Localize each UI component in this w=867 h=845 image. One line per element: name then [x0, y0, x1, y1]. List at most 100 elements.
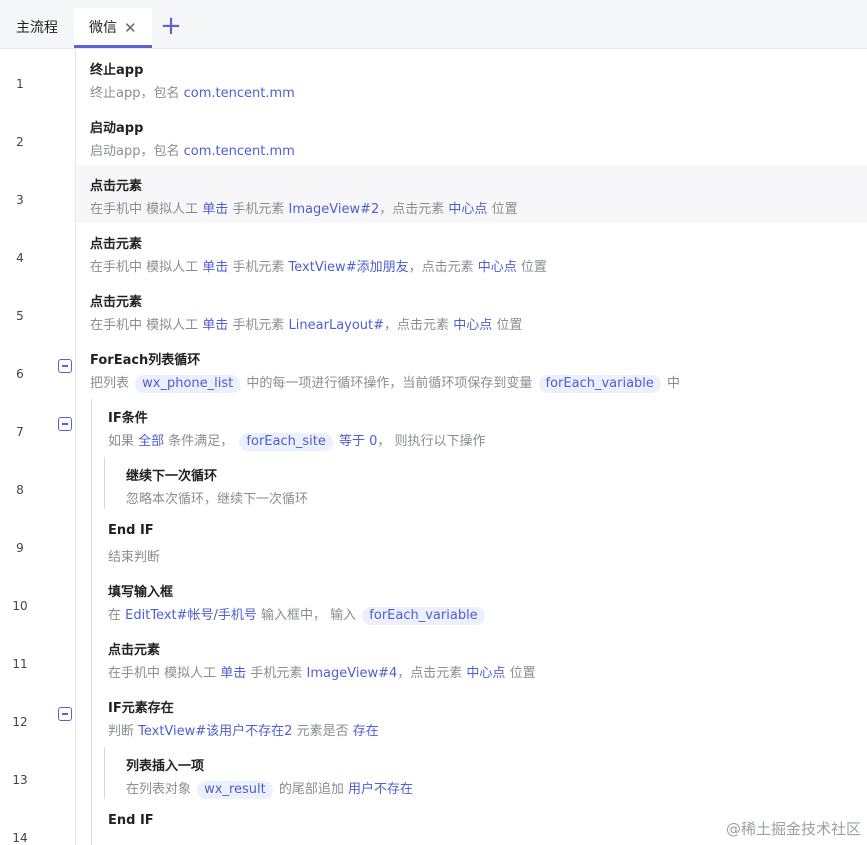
param-value[interactable]: 全部	[138, 434, 164, 449]
flow-step-row[interactable]: 10 填写输入框在 EditText#帐号/手机号 输入框中， 输入 forEac…	[0, 571, 867, 629]
param-value[interactable]: EditText#帐号/手机号	[125, 608, 257, 623]
flow-step-row[interactable]: 11 点击元素在手机中 模拟人工 单击 手机元素 ImageView#4，点击元素…	[0, 629, 867, 687]
param-value[interactable]: com.tencent.mm	[184, 86, 295, 101]
desc-text: ，点击元素	[397, 666, 467, 681]
desc-text: 终止app，包名	[90, 86, 184, 101]
step-description: 在手机中 模拟人工 单击 手机元素 LinearLayout#，点击元素 中心点…	[90, 314, 522, 333]
line-number: 13	[12, 773, 28, 787]
desc-text: 手机元素	[246, 666, 307, 681]
desc-text: 忽略本次循环，继续下一次循环	[126, 492, 309, 507]
step-description: 在手机中 模拟人工 单击 手机元素 ImageView#2，点击元素 中心点 位…	[90, 198, 518, 217]
desc-text: 把列表	[90, 376, 134, 391]
param-value[interactable]: TextView#添加朋友	[289, 260, 409, 275]
line-number: 5	[16, 309, 24, 323]
desc-text: 启动app，包名	[90, 144, 184, 159]
tab-wechat[interactable]: 微信 ✕	[74, 8, 152, 48]
desc-text: 在	[108, 608, 126, 623]
desc-text: 位置	[487, 202, 518, 217]
variable-chip[interactable]: wx_phone_list	[135, 375, 241, 393]
tab-bar: 主流程 微信 ✕ +	[0, 0, 867, 49]
param-value[interactable]: 中心点	[478, 260, 517, 275]
flow-step-row[interactable]: 2 启动app 启动app，包名 com.tencent.mm	[0, 107, 867, 165]
step-title: 点击元素	[108, 643, 161, 658]
collapse-minus-icon[interactable]	[58, 417, 72, 431]
nesting-guide-line	[104, 457, 105, 509]
step-title: ForEach列表循环	[90, 353, 201, 368]
param-value[interactable]: 单击	[202, 202, 228, 217]
step-title: End IF	[108, 813, 154, 828]
step-title: 点击元素	[90, 295, 143, 310]
param-value[interactable]: 单击	[220, 666, 246, 681]
desc-text: 中的每一项进行循环操作，当前循环项保存到变量	[242, 376, 537, 391]
desc-text: 手机元素	[228, 318, 289, 333]
step-description: 在列表对象 wx_result 的尾部追加 用户不存在	[126, 778, 413, 799]
step-description: 启动app，包名 com.tencent.mm	[90, 140, 295, 159]
desc-text: 手机元素	[228, 202, 289, 217]
desc-text: 在手机中 模拟人工	[90, 202, 203, 217]
desc-text: ，点击元素	[408, 260, 478, 275]
flow-step-row[interactable]: 1 终止app 终止app，包名 com.tencent.mm	[0, 49, 867, 107]
flow-step-row[interactable]: 5 点击元素在手机中 模拟人工 单击 手机元素 LinearLayout#，点击元…	[0, 281, 867, 339]
param-value[interactable]: 中心点	[466, 666, 505, 681]
param-value[interactable]: 中心点	[448, 202, 487, 217]
desc-text: 元素是否	[292, 724, 353, 739]
variable-chip[interactable]: wx_result	[197, 781, 273, 799]
watermark: @稀土掘金技术社区	[725, 820, 861, 838]
param-value[interactable]: 单击	[202, 260, 228, 275]
step-description: 在手机中 模拟人工 单击 手机元素 TextView#添加朋友，点击元素 中心点…	[90, 256, 547, 275]
param-value[interactable]: 单击	[202, 318, 228, 333]
step-title: IF条件	[108, 411, 148, 426]
variable-chip[interactable]: forEach_variable	[362, 607, 485, 625]
desc-text: ， 则执行以下操作	[377, 434, 486, 449]
line-number: 11	[12, 657, 28, 671]
param-value[interactable]: 用户不存在	[348, 782, 413, 797]
param-value[interactable]: 中心点	[453, 318, 492, 333]
step-description: 把列表 wx_phone_list 中的每一项进行循环操作，当前循环项保存到变量…	[90, 372, 680, 393]
step-title: 填写输入框	[108, 585, 174, 600]
line-number: 2	[16, 135, 24, 149]
param-value[interactable]: 等于	[339, 434, 365, 449]
flow-step-row[interactable]: 6 ForEach列表循环 把列表 wx_phone_list 中的每一项进行循环操…	[0, 339, 867, 397]
flow-step-row[interactable]: 8 继续下一次循环 忽略本次循环，继续下一次循环	[0, 455, 867, 513]
desc-text: 位置	[492, 318, 523, 333]
nesting-guide-line	[91, 399, 92, 845]
param-value[interactable]: com.tencent.mm	[184, 144, 295, 159]
step-description: 在 EditText#帐号/手机号 输入框中， 输入 forEach_varia…	[108, 604, 487, 625]
collapse-minus-icon[interactable]	[58, 707, 72, 721]
param-value[interactable]: 存在	[353, 724, 379, 739]
line-number: 10	[12, 599, 28, 613]
flow-step-row[interactable]: 4 点击元素在手机中 模拟人工 单击 手机元素 TextView#添加朋友，点击元…	[0, 223, 867, 281]
desc-text: 结束判断	[108, 550, 161, 565]
desc-text: 输入框中， 输入	[256, 608, 361, 623]
param-value[interactable]: LinearLayout#	[289, 318, 385, 333]
variable-chip[interactable]: forEach_variable	[538, 375, 661, 393]
close-icon[interactable]: ✕	[124, 8, 137, 48]
flow-step-row[interactable]: 7 IF条件如果 全部 条件满足， forEach_site 等于 0， 则执行以…	[0, 397, 867, 455]
step-title: 点击元素	[90, 237, 143, 252]
flow-step-row[interactable]: 3 点击元素 在手机中 模拟人工 单击 手机元素 ImageView#2，点击元素 …	[0, 165, 867, 223]
desc-text: 位置	[516, 260, 547, 275]
variable-chip[interactable]: forEach_site	[239, 433, 333, 451]
add-tab-plus-icon[interactable]: +	[160, 13, 182, 39]
param-value[interactable]: ImageView#2	[289, 202, 380, 217]
desc-text: 在列表对象	[126, 782, 196, 797]
flow-step-row[interactable]: 12 IF元素存在 判断 TextView#该用户不存在2 元素是否 存在	[0, 687, 867, 745]
line-number: 7	[16, 425, 24, 439]
param-value[interactable]: TextView#该用户不存在2	[138, 724, 292, 739]
tab-main-flow[interactable]: 主流程	[0, 8, 74, 48]
collapse-minus-icon[interactable]	[58, 359, 72, 373]
flow-step-row[interactable]: 13 列表插入一项 在列表对象 wx_result 的尾部追加 用户不存在	[0, 745, 867, 803]
flow-step-row[interactable]: 9 End IF 结束判断	[0, 513, 867, 571]
step-description: 在手机中 模拟人工 单击 手机元素 ImageView#4，点击元素 中心点 位…	[108, 662, 536, 681]
desc-text: 的尾部追加	[274, 782, 349, 797]
param-value[interactable]: ImageView#4	[307, 666, 398, 681]
step-description: 如果 全部 条件满足， forEach_site 等于 0， 则执行以下操作	[108, 430, 486, 451]
line-number: 6	[16, 367, 24, 381]
step-title: 继续下一次循环	[126, 469, 218, 484]
desc-text: 在手机中 模拟人工	[108, 666, 221, 681]
desc-text: 手机元素	[228, 260, 289, 275]
step-title: End IF	[108, 523, 154, 538]
desc-text: 判断	[108, 724, 139, 739]
line-number: 3	[16, 193, 24, 207]
line-number: 4	[16, 251, 24, 265]
